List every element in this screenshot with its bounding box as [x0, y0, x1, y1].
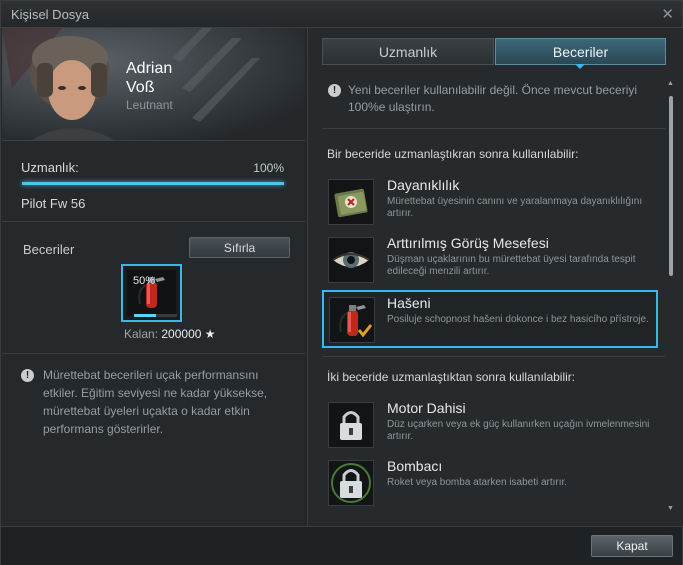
star-icon: ★: [204, 327, 216, 341]
lock-graphic: [340, 411, 362, 440]
lock-icon: [328, 460, 374, 506]
crew-skills-info: ! Mürettebat becerileri uçak performansı…: [2, 354, 305, 474]
specialization-progress-fill: [22, 182, 284, 185]
eye-icon: [328, 237, 374, 283]
first-aid-kit-graphic: [334, 188, 368, 218]
divider: [322, 128, 665, 129]
scrollbar-thumb[interactable]: [669, 96, 673, 276]
scrollbar[interactable]: [668, 88, 674, 506]
scroll-up-arrow-icon[interactable]: ▲: [667, 80, 674, 87]
reset-skills-button[interactable]: Sıfırla: [189, 237, 290, 258]
skill-slot-inner: 50%: [127, 270, 177, 317]
skill-description: Posiluje schopnost hašeni dokonce i bez …: [387, 314, 649, 325]
skill-item-bomber[interactable]: Bombacı Roket veya bomba atarken isabeti…: [322, 453, 658, 511]
first-aid-kit-icon: [328, 179, 374, 225]
info-icon: !: [328, 84, 341, 97]
skill-name: Arttırılmış Görüş Mesefesi: [387, 235, 549, 251]
skill-slot-percent: 50%: [133, 275, 156, 287]
tab-skills-label: Beceriler: [552, 44, 609, 60]
skill-slot[interactable]: 50%: [121, 264, 182, 322]
remaining-value: 200000: [161, 327, 202, 341]
info-icon: !: [21, 369, 34, 382]
eye-graphic: [332, 252, 370, 268]
window-title: Kişisel Dosya: [11, 7, 90, 22]
skills-label: Beceriler: [23, 242, 75, 257]
specialization-label: Uzmanlık:: [21, 160, 79, 175]
skill-description: Roket veya bomba atarken isabeti artırır…: [387, 477, 568, 488]
tab-specialization[interactable]: Uzmanlık: [322, 38, 494, 65]
skill-item-firefighting[interactable]: Hašeni Posiluje schopnost hašeni dokonce…: [322, 290, 658, 348]
close-icon[interactable]: ✕: [661, 5, 674, 23]
skill-name: Dayanıklılık: [387, 177, 460, 193]
scroll-down-arrow-icon[interactable]: ▼: [667, 505, 674, 512]
specialization-progress-bar: [22, 182, 284, 185]
footer: Kapat: [1, 526, 682, 565]
right-panel: Uzmanlık Beceriler ! Yeni beceriler kull…: [307, 28, 683, 526]
crew-skills-info-text: Mürettebat becerileri uçak performansını…: [43, 368, 268, 436]
active-tab-indicator-icon: [575, 64, 585, 69]
pilot-portrait-card: Adrian Voß Leutnant: [2, 28, 305, 141]
specialization-block: Uzmanlık: 100% Pilot Fw 56: [2, 141, 305, 222]
remaining-xp: Kalan: 200000 ★: [124, 327, 216, 341]
personal-file-window: Kişisel Dosya ✕ Adrian Voß Leutnant Uzma…: [0, 0, 683, 565]
section-heading-two-skills: İki beceride uzmanlaştıktan sonra kullan…: [327, 370, 576, 384]
pilot-first-name: Adrian: [126, 60, 173, 77]
pilot-last-name: Voß: [126, 79, 155, 96]
skill-description: Mürettebat üyesinin canını ve yaralanmay…: [387, 196, 643, 219]
fire-extinguisher-icon: [329, 297, 375, 343]
close-button[interactable]: Kapat: [591, 535, 673, 557]
specialization-aircraft: Pilot Fw 56: [21, 196, 86, 211]
skill-slot-progress-bar: [134, 314, 177, 317]
lock-icon: [328, 402, 374, 448]
skills-notice-text: Yeni beceriler kullanılabilir değil. Önc…: [348, 83, 638, 114]
tab-bar: Uzmanlık Beceriler: [322, 38, 666, 69]
skill-name: Hašeni: [387, 295, 431, 311]
skills-block: Beceriler Sıfırla 50% Kalan: 200000 ★: [2, 223, 305, 354]
skill-slot-progress-fill: [134, 314, 156, 317]
skill-name: Motor Dahisi: [387, 400, 466, 416]
fire-extinguisher-graphic: [339, 305, 373, 338]
title-bar: Kişisel Dosya ✕: [1, 1, 682, 28]
remaining-label: Kalan:: [124, 327, 159, 341]
tab-skills[interactable]: Beceriler: [495, 38, 666, 69]
lock-graphic: [331, 463, 371, 503]
specialization-percent: 100%: [253, 161, 284, 175]
skill-description: Düşman uçaklarının bu mürettebat üyesi t…: [387, 254, 636, 277]
skill-item-engine-genius[interactable]: Motor Dahisi Düz uçarken veya ek güç kul…: [322, 395, 658, 453]
section-heading-one-skill: Bir beceride uzmanlaştıkran sonra kullan…: [327, 147, 579, 161]
skill-name: Bombacı: [387, 458, 443, 474]
divider: [322, 356, 665, 357]
skill-item-increased-vision[interactable]: Arttırılmış Görüş Mesefesi Düşman uçakla…: [322, 230, 658, 288]
pilot-rank: Leutnant: [126, 98, 173, 112]
left-panel: Adrian Voß Leutnant Uzmanlık: 100% Pilot…: [2, 28, 305, 526]
skill-description: Düz uçarken veya ek güç kullanırken uçağ…: [387, 419, 650, 442]
skill-item-endurance[interactable]: Dayanıklılık Mürettebat üyesinin canını …: [322, 172, 658, 230]
